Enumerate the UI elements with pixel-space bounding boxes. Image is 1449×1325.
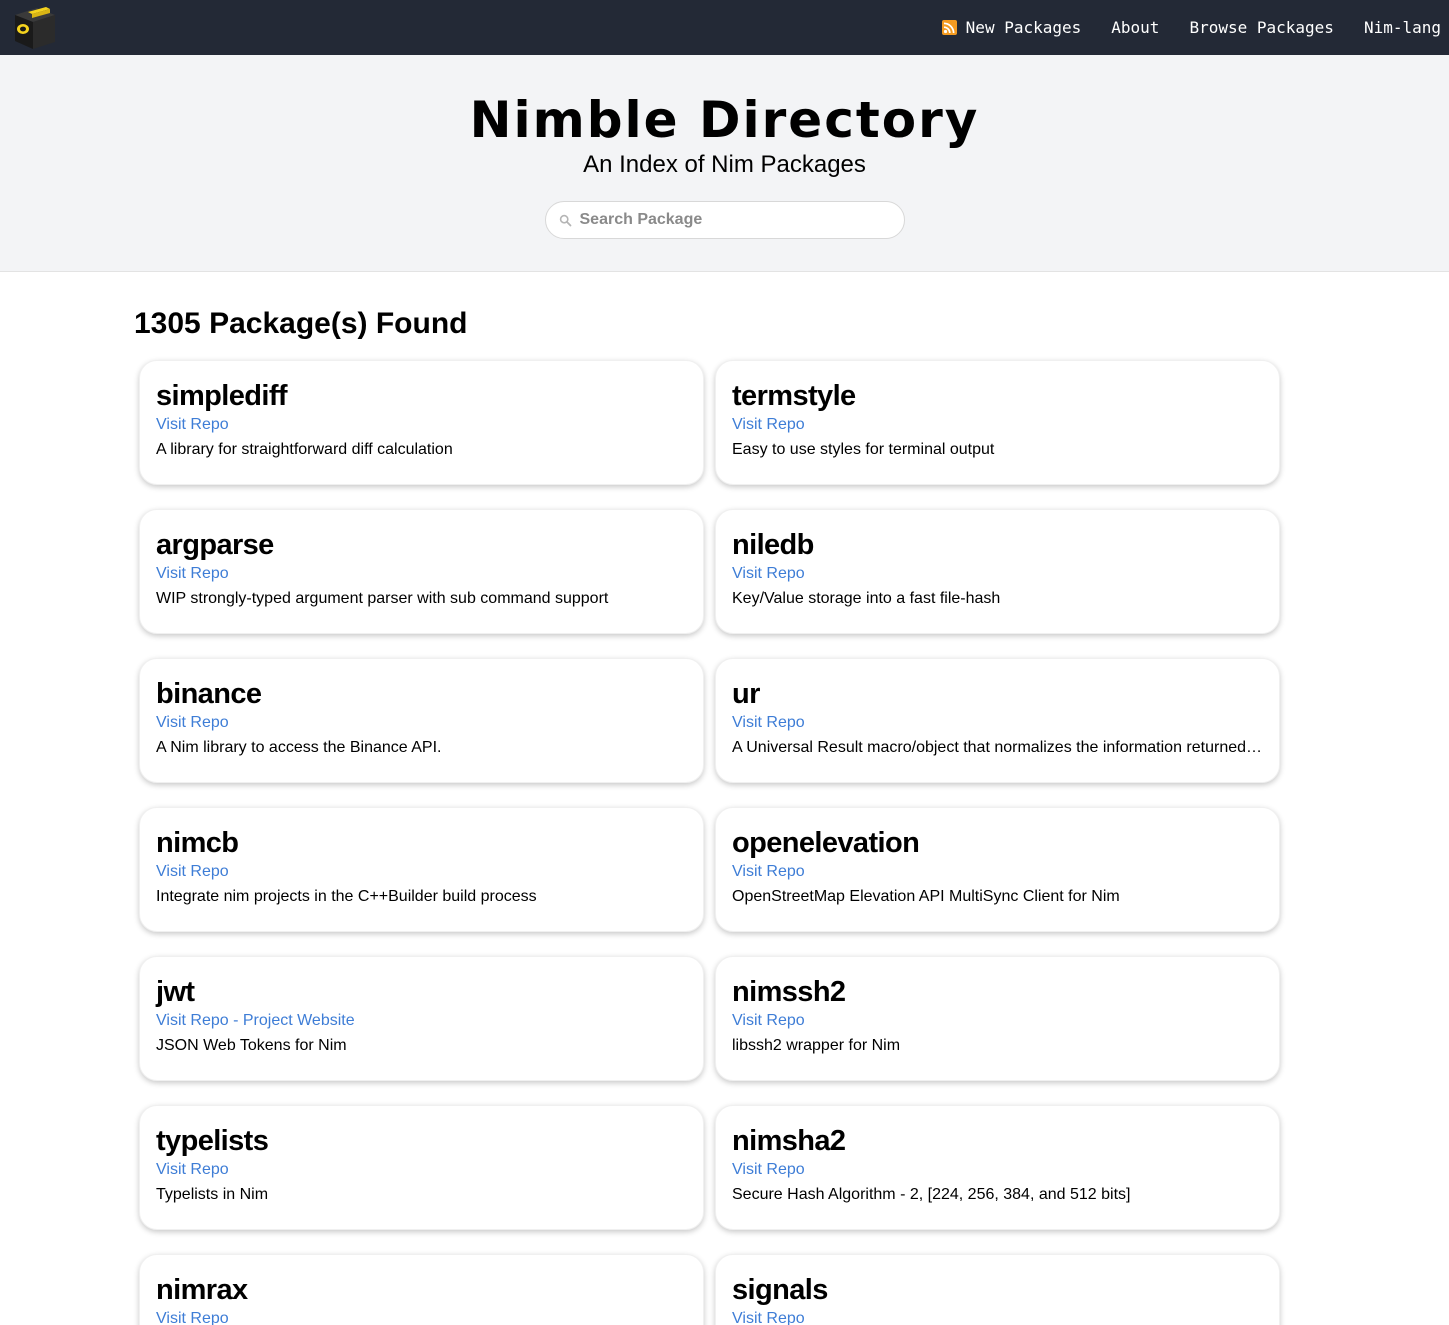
- package-name: jwt: [156, 976, 195, 1008]
- results-count-label: Package(s) Found: [200, 307, 468, 340]
- visit-repo-link[interactable]: Visit Repo: [156, 416, 229, 433]
- package-card: nimsha2 Visit Repo Secure Hash Algorithm…: [715, 1105, 1280, 1230]
- package-card: signals Visit Repo: [715, 1254, 1280, 1325]
- search-input[interactable]: [579, 211, 880, 229]
- package-name: nimrax: [156, 1274, 248, 1306]
- visit-repo-link[interactable]: Visit Repo: [732, 565, 805, 582]
- package-card: typelists Visit Repo Typelists in Nim: [139, 1105, 704, 1230]
- package-links: Visit Repo: [732, 1160, 1263, 1180]
- package-card: nimssh2 Visit Repo libssh2 wrapper for N…: [715, 956, 1280, 1081]
- nav-about[interactable]: About: [1111, 18, 1159, 37]
- visit-repo-link[interactable]: Visit Repo: [156, 565, 229, 582]
- package-description: Secure Hash Algorithm - 2, [224, 256, 38…: [732, 1186, 1131, 1203]
- nav-new-packages[interactable]: New Packages: [941, 18, 1082, 37]
- package-links: Visit Repo: [732, 1309, 1263, 1325]
- visit-repo-link[interactable]: Visit Repo: [732, 1161, 805, 1178]
- package-description: WIP strongly-typed argument parser with …: [156, 590, 609, 607]
- package-description: libssh2 wrapper for Nim: [732, 1037, 901, 1054]
- package-links: Visit Repo: [156, 713, 687, 733]
- package-card: argparse Visit Repo WIP strongly-typed a…: [139, 509, 704, 634]
- package-name: signals: [732, 1274, 828, 1306]
- package-links: Visit Repo: [156, 1160, 687, 1180]
- crown-box-logo-icon: [15, 6, 55, 49]
- package-description: A Nim library to access the Binance API.: [156, 739, 442, 756]
- package-description: Integrate nim projects in the C++Builder…: [156, 888, 537, 905]
- package-links: Visit Repo: [732, 564, 1263, 584]
- package-name: nimsha2: [732, 1125, 846, 1157]
- package-name: termstyle: [732, 380, 856, 412]
- page-title: Nimble Directory: [469, 91, 980, 149]
- package-name: simplediff: [156, 380, 288, 412]
- results-count-heading: 1305 Package(s) Found: [134, 307, 1449, 340]
- visit-repo-link[interactable]: Visit Repo: [732, 714, 805, 731]
- package-card: nimcb Visit Repo Integrate nim projects …: [139, 807, 704, 932]
- package-description: A library for straightforward diff calcu…: [156, 441, 453, 458]
- search-box: [544, 201, 905, 239]
- package-name: nimssh2: [732, 976, 846, 1008]
- visit-repo-link[interactable]: Visit Repo: [732, 1310, 805, 1325]
- package-links: Visit Repo: [732, 862, 1263, 882]
- nimble-logo[interactable]: [10, 3, 60, 53]
- package-name: ur: [732, 678, 760, 710]
- visit-repo-link[interactable]: Visit Repo: [732, 416, 805, 433]
- package-description: Easy to use styles for terminal output: [732, 441, 995, 458]
- package-card: binance Visit Repo A Nim library to acce…: [139, 658, 704, 783]
- package-name: typelists: [156, 1125, 269, 1157]
- package-links: Visit Repo: [732, 415, 1263, 435]
- package-card: simplediff Visit Repo A library for stra…: [139, 360, 704, 485]
- hero-section: Nimble Directory An Index of Nim Package…: [0, 55, 1449, 272]
- package-grid: simplediff Visit Repo A library for stra…: [139, 360, 1449, 1325]
- package-name: openelevation: [732, 827, 920, 859]
- package-card: termstyle Visit Repo Easy to use styles …: [715, 360, 1280, 485]
- results-count: 1305: [134, 307, 201, 340]
- visit-repo-link[interactable]: Visit Repo: [156, 714, 229, 731]
- visit-repo-link[interactable]: Visit Repo: [156, 1310, 229, 1325]
- package-name: niledb: [732, 529, 814, 561]
- package-card: ur Visit Repo A Universal Result macro/o…: [715, 658, 1280, 783]
- package-links: Visit Repo: [156, 564, 687, 584]
- visit-repo-link[interactable]: Visit Repo: [732, 863, 805, 880]
- results-section: 1305 Package(s) Found simplediff Visit R…: [0, 272, 1449, 1325]
- package-description: JSON Web Tokens for Nim: [156, 1037, 347, 1054]
- package-card: jwt Visit Repo - Project Website JSON We…: [139, 956, 704, 1081]
- package-description: Key/Value storage into a fast file-hash: [732, 590, 1001, 607]
- project-website-link[interactable]: Project Website: [243, 1012, 355, 1029]
- nav-new-packages-label: New Packages: [965, 18, 1082, 37]
- visit-repo-link[interactable]: Visit Repo: [732, 1012, 805, 1029]
- visit-repo-link[interactable]: Visit Repo: [156, 863, 229, 880]
- package-card: niledb Visit Repo Key/Value storage into…: [715, 509, 1280, 634]
- package-card: nimrax Visit Repo: [139, 1254, 704, 1325]
- package-links: Visit Repo: [156, 1309, 687, 1325]
- package-name: binance: [156, 678, 262, 710]
- rss-icon: [941, 20, 957, 35]
- visit-repo-link[interactable]: Visit Repo: [156, 1012, 229, 1029]
- package-description: OpenStreetMap Elevation API MultiSync Cl…: [732, 888, 1120, 905]
- visit-repo-link[interactable]: Visit Repo: [156, 1161, 229, 1178]
- package-links: Visit Repo: [732, 713, 1263, 733]
- package-links: Visit Repo: [156, 862, 687, 882]
- search-icon: [559, 214, 571, 226]
- package-links: Visit Repo: [732, 1011, 1263, 1031]
- main-nav: New Packages About Browse Packages Nim-l…: [912, 0, 1441, 55]
- package-card: openelevation Visit Repo OpenStreetMap E…: [715, 807, 1280, 932]
- page-subtitle: An Index of Nim Packages: [583, 151, 866, 178]
- package-links: Visit Repo - Project Website: [156, 1011, 687, 1031]
- package-description: Typelists in Nim: [156, 1186, 269, 1203]
- package-name: argparse: [156, 529, 274, 561]
- nav-nim-lang[interactable]: Nim-lang: [1364, 18, 1441, 37]
- nav-browse-packages[interactable]: Browse Packages: [1189, 18, 1334, 37]
- link-separator: -: [228, 1012, 243, 1029]
- top-navbar: New Packages About Browse Packages Nim-l…: [0, 0, 1449, 55]
- package-links: Visit Repo: [156, 415, 687, 435]
- package-name: nimcb: [156, 827, 239, 859]
- package-description: A Universal Result macro/object that nor…: [732, 739, 1263, 756]
